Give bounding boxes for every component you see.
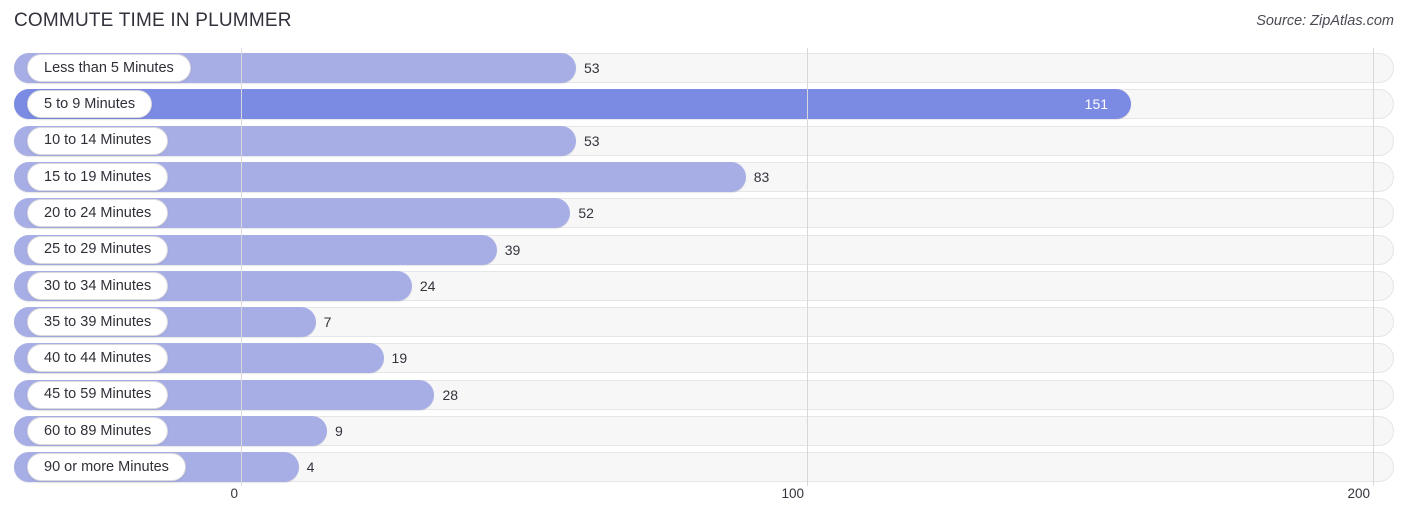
- bar-label-pill: 40 to 44 Minutes: [27, 344, 169, 373]
- bar-label-text: 20 to 24 Minutes: [44, 204, 152, 221]
- bar-highlighted[interactable]: [14, 89, 1131, 120]
- x-axis: 0 100 200: [0, 486, 1406, 516]
- bar-row[interactable]: 60 to 89 Minutes 9: [14, 416, 1394, 446]
- bar-label-pill: 60 to 89 Minutes: [27, 417, 169, 445]
- bar-label-text: 30 to 34 Minutes: [44, 277, 152, 294]
- bar-row[interactable]: 90 or more Minutes 4: [14, 452, 1394, 483]
- bar-value-label: 4: [306, 459, 315, 476]
- bar-value-label: 52: [578, 205, 594, 222]
- bar-label-text: 25 to 29 Minutes: [44, 241, 152, 258]
- bar-label-text: 5 to 9 Minutes: [44, 96, 136, 113]
- bar-row[interactable]: 30 to 34 Minutes 24: [14, 270, 1394, 301]
- bar-value-label-inside: 151: [1084, 96, 1109, 113]
- bar-label-pill: 90 or more Minutes: [27, 453, 186, 482]
- bar-value-label: 9: [334, 423, 343, 439]
- bar-label-pill: 5 to 9 Minutes: [27, 90, 153, 119]
- bar-label-pill: 30 to 34 Minutes: [27, 271, 169, 300]
- bar-row[interactable]: 35 to 39 Minutes 7: [14, 307, 1394, 338]
- source-attribution: Source: ZipAtlas.com: [1256, 13, 1394, 29]
- bar-row[interactable]: 40 to 44 Minutes 19: [14, 343, 1394, 374]
- bar-label-text: 15 to 19 Minutes: [44, 168, 152, 185]
- bar-label-text: 60 to 89 Minutes: [44, 422, 152, 439]
- bar-label-pill: 25 to 29 Minutes: [27, 235, 169, 264]
- bar-value-label: 83: [753, 168, 770, 185]
- bar-value-label: 39: [504, 241, 521, 258]
- bar-value-label: 19: [391, 350, 408, 367]
- bar-label-pill: 35 to 39 Minutes: [27, 308, 169, 337]
- bar-label-pill: 10 to 14 Minutes: [27, 126, 169, 155]
- bar-row[interactable]: 5 to 9 Minutes 151: [14, 89, 1394, 120]
- chart-header: COMMUTE TIME IN PLUMMER Source: ZipAtlas…: [0, 0, 1406, 44]
- bar-label-pill: 20 to 24 Minutes: [27, 199, 169, 228]
- bar-label-text: Less than 5 Minutes: [44, 59, 174, 76]
- x-axis-tick-label: 200: [1347, 486, 1370, 501]
- bar-row[interactable]: 15 to 19 Minutes 83: [14, 161, 1394, 192]
- bar-rows: Less than 5 Minutes 53 5 to 9 Minutes 151 10…: [0, 48, 1406, 486]
- bar-row[interactable]: 10 to 14 Minutes 53: [14, 125, 1394, 156]
- bar-row[interactable]: Less than 5 Minutes 53: [14, 53, 1394, 83]
- bar-value-label: 24: [419, 277, 436, 294]
- bar-label-text: 45 to 59 Minutes: [44, 386, 152, 403]
- bar-label-text: 10 to 14 Minutes: [44, 132, 152, 149]
- bar-value-label: 53: [583, 132, 600, 149]
- bar-label-pill: 15 to 19 Minutes: [27, 162, 169, 191]
- bar-label-text: 40 to 44 Minutes: [44, 350, 152, 367]
- bar-row[interactable]: 25 to 29 Minutes 39: [14, 234, 1394, 265]
- bar-row[interactable]: 45 to 59 Minutes 28: [14, 379, 1394, 410]
- bar-row[interactable]: 20 to 24 Minutes 52: [14, 198, 1394, 229]
- bar-label-pill: Less than 5 Minutes: [27, 54, 191, 82]
- x-axis-tick-label: 0: [230, 486, 238, 501]
- bar-value-label: 7: [323, 314, 332, 331]
- chart-plot-area: Less than 5 Minutes 53 5 to 9 Minutes 151 10…: [0, 48, 1406, 486]
- x-axis-tick-label: 100: [781, 486, 804, 501]
- bar-label-pill: 45 to 59 Minutes: [27, 380, 169, 409]
- bar-value-label: 53: [583, 60, 600, 76]
- page-title: COMMUTE TIME IN PLUMMER: [14, 10, 292, 31]
- bar-label-text: 35 to 39 Minutes: [44, 313, 152, 330]
- bar-label-text: 90 or more Minutes: [44, 459, 169, 476]
- bar-value-label: 28: [442, 386, 459, 403]
